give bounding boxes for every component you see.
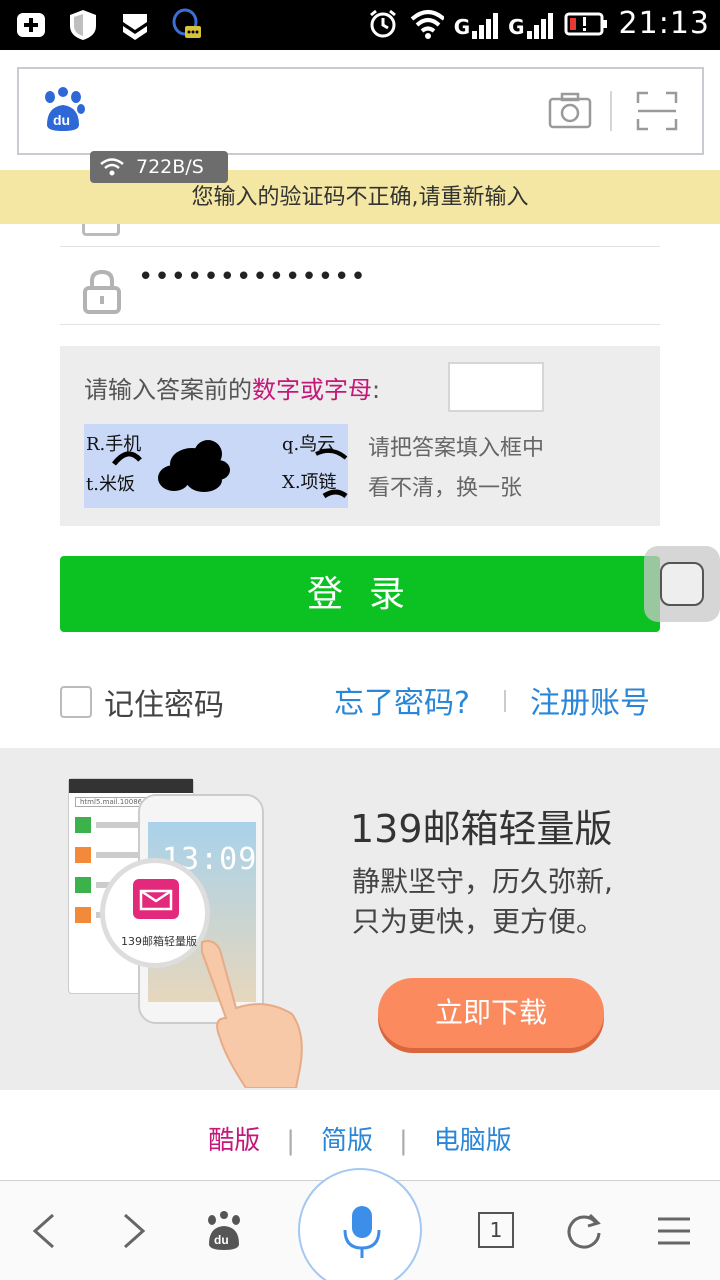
captcha-refresh-link[interactable]: 看不清，换一张 [368, 470, 522, 502]
promo-tagline-2: 只为更快，更方便。 [352, 905, 605, 938]
status-left-icons [14, 8, 204, 42]
version-separator: | [399, 1126, 408, 1156]
promo-banner: html5.mail.10086.cn 13:09 139邮箱轻量版 139邮箱… [0, 748, 720, 1090]
wifi-icon [100, 158, 124, 176]
promo-title: 139邮箱轻量版 [350, 807, 613, 851]
clock: 21:13 [618, 6, 710, 41]
remember-password-checkbox[interactable] [60, 686, 92, 718]
password-field-underline [60, 324, 660, 325]
promo-tagline-1: 静默坚守，历久弥新, [352, 865, 613, 898]
network-speed-text: 722B/S [136, 156, 204, 178]
user-icon [82, 224, 120, 236]
battery-low-icon [563, 7, 609, 41]
username-field-underline [60, 246, 660, 247]
scan-icon[interactable] [636, 91, 678, 135]
status-bar: G G 21:13 [0, 0, 720, 50]
shield-icon [66, 8, 100, 42]
vpn-icon [118, 8, 152, 42]
svg-text:du: du [53, 112, 70, 128]
camera-icon[interactable] [548, 91, 592, 135]
captcha-noise [112, 440, 348, 499]
pointing-finger-icon [201, 940, 303, 1088]
forgot-password-link[interactable]: 忘了密码? [334, 678, 470, 722]
voice-search-button[interactable] [298, 1168, 422, 1280]
back-icon[interactable] [20, 1207, 68, 1255]
captcha-hint: 请把答案填入框中 [368, 436, 545, 461]
captcha-prompt: 请输入答案前的数字或字母: [84, 370, 380, 405]
floating-assistive-button[interactable] [644, 546, 720, 622]
simple-version-link[interactable]: 简版 [321, 1120, 373, 1157]
menu-icon[interactable] [650, 1207, 698, 1255]
signal-icon: G [508, 9, 553, 39]
signal-label: G [453, 14, 471, 39]
register-link[interactable]: 注册账号 [530, 678, 650, 722]
captcha-prompt-suffix: : [372, 376, 381, 404]
address-bar[interactable]: du [17, 67, 704, 155]
assistive-inner-icon [660, 562, 704, 606]
captcha-prompt-highlight: 数字或字母 [252, 376, 372, 404]
app-label: 139邮箱轻量版 [121, 935, 197, 948]
link-divider [504, 690, 506, 712]
lock-icon [82, 268, 122, 318]
pc-version-link[interactable]: 电脑版 [434, 1120, 512, 1157]
svg-text:du: du [214, 1233, 229, 1247]
mic-icon [343, 1206, 381, 1258]
baidu-logo-icon[interactable]: du [41, 87, 85, 137]
mail-icon [133, 879, 179, 919]
captcha-prompt-prefix: 请输入答案前的 [84, 376, 252, 404]
version-links: 酷版 | 简版 | 电脑版 [0, 1120, 720, 1160]
baidu-icon[interactable]: du [200, 1207, 248, 1255]
version-separator: | [286, 1126, 295, 1156]
captcha-panel: 请输入答案前的数字或字母: R.手机 q.鸟云 t.米饭 X.项链 请把答案填入… [60, 346, 660, 526]
status-right-icons: G G 21:13 [366, 6, 710, 41]
download-button[interactable]: 立即下载 [378, 978, 604, 1048]
refresh-icon[interactable] [560, 1207, 608, 1255]
password-field[interactable]: •••••••••••••• [138, 262, 367, 292]
remember-password[interactable]: 记住密码 [60, 680, 224, 724]
tabs-icon[interactable]: 1 [478, 1212, 514, 1248]
signal-label: G [508, 14, 525, 39]
app-icon-bubble: 139邮箱轻量版 [100, 858, 210, 968]
network-speed-badge: 722B/S [90, 151, 228, 183]
alarm-icon [366, 7, 400, 41]
wifi-icon [410, 7, 444, 41]
login-button[interactable]: 登 录 [60, 556, 660, 632]
add-icon [14, 8, 48, 42]
remember-password-label: 记住密码 [104, 688, 224, 723]
captcha-input[interactable] [448, 362, 544, 412]
forward-icon[interactable] [110, 1207, 158, 1255]
signal-icon: G [453, 9, 499, 39]
cool-version-link[interactable]: 酷版 [208, 1120, 260, 1157]
address-divider [610, 91, 612, 131]
captcha-image[interactable]: R.手机 q.鸟云 t.米饭 X.项链 [84, 424, 348, 508]
qq-icon [170, 8, 204, 42]
